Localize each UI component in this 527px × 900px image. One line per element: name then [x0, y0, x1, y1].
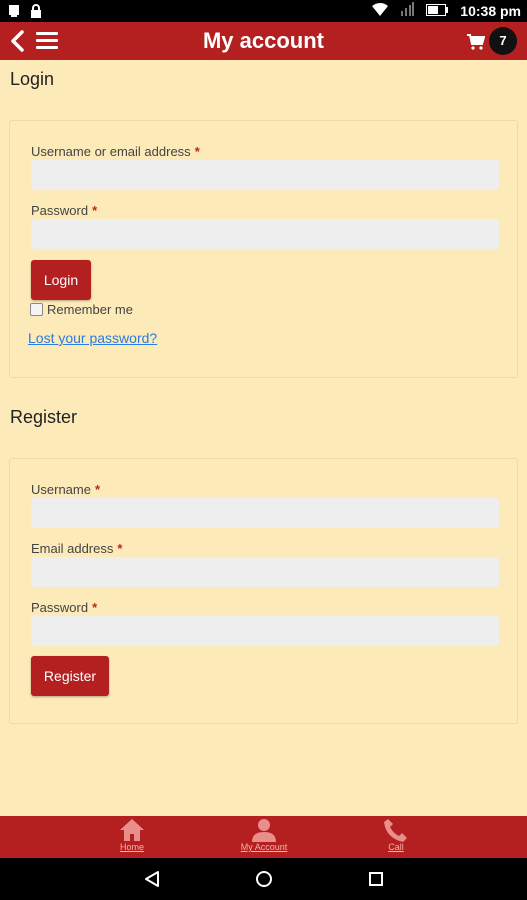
- status-bar: 10:38 pm: [0, 0, 527, 22]
- lost-password-link[interactable]: Lost your password?: [28, 330, 157, 346]
- home-icon: [120, 819, 144, 841]
- app-bar: My account 7: [0, 22, 527, 60]
- register-password-label: Password *: [31, 600, 98, 615]
- register-password-field[interactable]: [31, 616, 499, 646]
- menu-icon[interactable]: [36, 32, 58, 50]
- wifi-icon: [372, 2, 389, 19]
- register-email-label: Email address *: [31, 541, 123, 556]
- login-username-field[interactable]: [31, 160, 499, 190]
- nav-home[interactable]: Home: [87, 816, 177, 858]
- login-username-label: Username or email address *: [31, 144, 200, 159]
- notification-icon: [8, 4, 20, 23]
- login-password-label: Password *: [31, 203, 98, 218]
- battery-icon: [426, 3, 449, 19]
- remember-me-checkbox[interactable]: [30, 303, 43, 316]
- register-username-field[interactable]: [31, 498, 499, 528]
- bottom-nav: Home My Account Call: [0, 816, 527, 858]
- login-button[interactable]: Login: [31, 260, 91, 300]
- nav-call[interactable]: Call: [351, 816, 441, 858]
- remember-me-label: Remember me: [47, 302, 133, 317]
- nav-home-label: Home: [119, 842, 144, 852]
- nav-call-label: Call: [388, 842, 404, 852]
- login-heading: Login: [10, 69, 55, 89]
- home-circle-icon[interactable]: [255, 870, 273, 888]
- system-nav-bar: [0, 858, 527, 900]
- main-content: Login Username or email address * Passwor…: [0, 60, 527, 816]
- register-heading: Register: [10, 407, 78, 427]
- nav-my-account-label: My Account: [240, 842, 288, 852]
- register-button[interactable]: Register: [31, 656, 109, 696]
- phone-icon: [384, 819, 407, 842]
- register-username-label: Username *: [31, 482, 101, 497]
- register-email-field[interactable]: [31, 557, 499, 587]
- nav-my-account[interactable]: My Account: [219, 816, 309, 858]
- cart-count-badge[interactable]: 7: [489, 27, 517, 55]
- lock-icon: [30, 4, 42, 23]
- recents-square-icon[interactable]: [367, 870, 385, 888]
- register-panel: Username * Email address * Password * Regis…: [9, 458, 518, 724]
- login-panel: Username or email address * Password * Log…: [9, 120, 518, 378]
- status-time: 10:38 pm: [460, 2, 521, 19]
- remember-me[interactable]: Remember me: [30, 302, 133, 317]
- page-title: My account: [202, 28, 325, 53]
- back-arrow-icon[interactable]: [8, 29, 28, 53]
- cart-icon[interactable]: [467, 34, 486, 50]
- login-password-field[interactable]: [31, 219, 499, 249]
- back-triangle-icon[interactable]: [143, 870, 161, 888]
- signal-icon: [400, 2, 415, 19]
- user-icon: [252, 819, 276, 842]
